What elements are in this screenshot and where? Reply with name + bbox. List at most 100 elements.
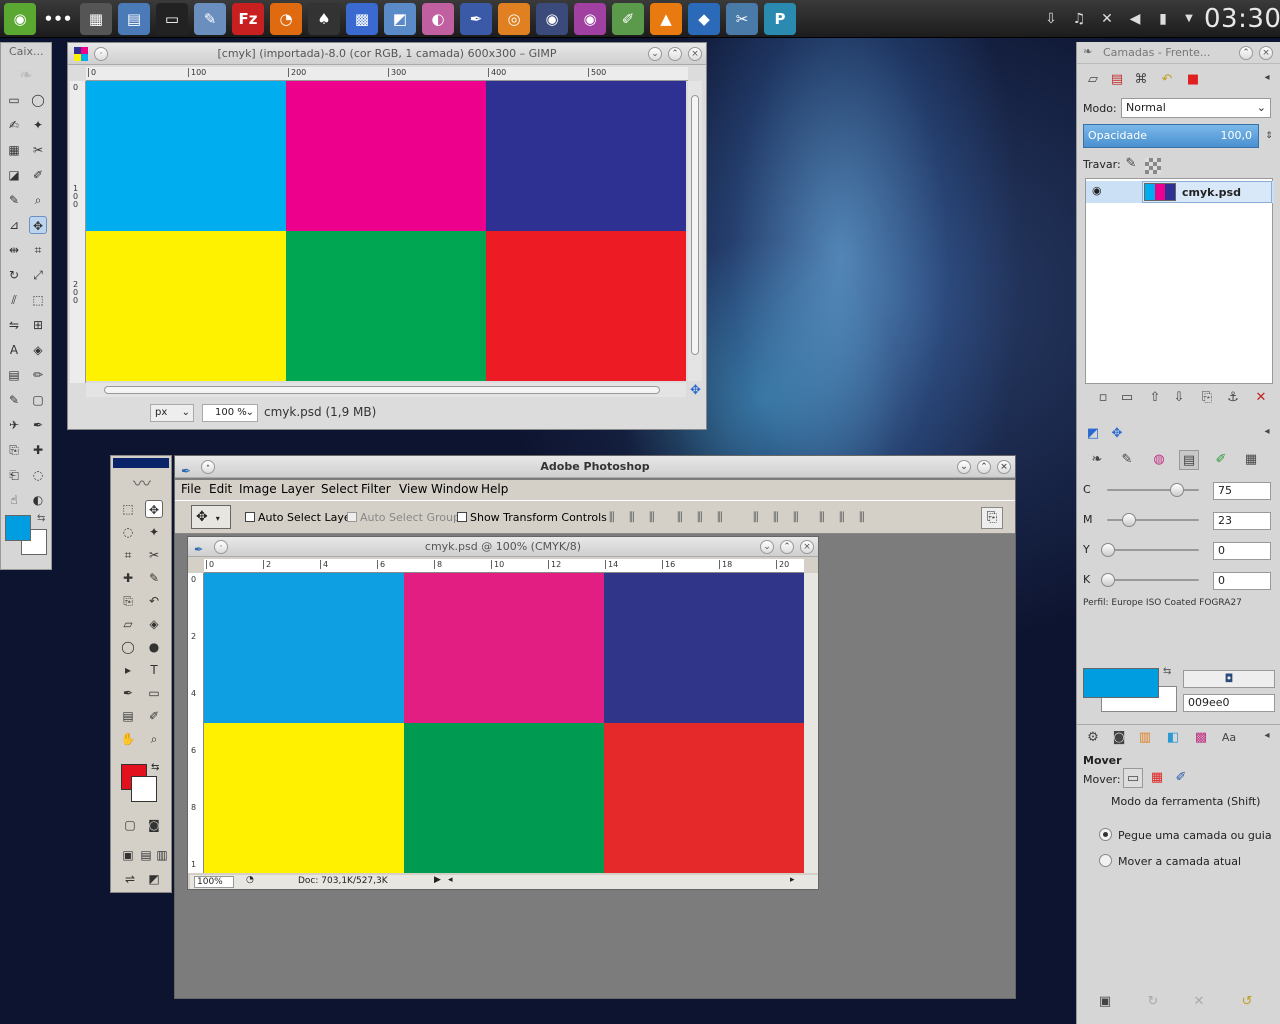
lasso-icon[interactable]: ◌ bbox=[119, 523, 137, 541]
airbrush-icon[interactable]: ✈ bbox=[5, 416, 23, 434]
opensuse-icon[interactable]: ◉ bbox=[4, 3, 36, 35]
tab-undo[interactable]: ↶ bbox=[1157, 70, 1177, 90]
menu-image[interactable]: Image bbox=[239, 480, 277, 498]
cmyk-selector-icon[interactable]: ▤ bbox=[1179, 450, 1199, 470]
align-hcenter-icon[interactable]: ⫼ bbox=[697, 510, 703, 525]
ps-zoom-field[interactable]: 100% bbox=[194, 876, 234, 888]
navigate-icon[interactable]: ✥ bbox=[690, 383, 701, 398]
crop-icon[interactable]: ⌗ bbox=[119, 546, 137, 564]
palette-well-icon[interactable]: ⎘ bbox=[981, 507, 1003, 529]
dodge-icon[interactable]: ● bbox=[145, 638, 163, 656]
tab-gradients[interactable]: ◧ bbox=[1163, 728, 1183, 748]
imageready-icon[interactable]: ⇌ bbox=[121, 870, 139, 888]
vertical-scroll-thumb[interactable] bbox=[691, 95, 699, 355]
close-button[interactable]: × bbox=[997, 460, 1011, 474]
color-picker-icon[interactable]: ✎ bbox=[5, 191, 23, 209]
play-icon[interactable]: ▶ bbox=[434, 875, 441, 885]
measure-icon[interactable]: ⊿ bbox=[5, 216, 23, 234]
smudge-icon[interactable]: ☝ bbox=[5, 491, 23, 509]
flip-icon[interactable]: ⇋ bbox=[5, 316, 23, 334]
move-selection-icon[interactable]: ▦ bbox=[1147, 768, 1167, 788]
dist-vcenter-icon[interactable]: ⫼ bbox=[773, 510, 779, 525]
delete-layer-icon[interactable]: ✕ bbox=[1251, 388, 1271, 408]
imageready-2-icon[interactable]: ◩ bbox=[145, 870, 163, 888]
paths-icon[interactable]: ✐ bbox=[29, 166, 47, 184]
channel-slider-c[interactable] bbox=[1107, 489, 1199, 491]
close-button[interactable]: × bbox=[688, 47, 702, 61]
dock-menu-icon[interactable]: ◂ bbox=[1257, 422, 1277, 442]
window-menu-button[interactable]: · bbox=[214, 540, 228, 554]
opacity-spinner[interactable]: ⇕ bbox=[1259, 126, 1279, 146]
lock-alpha-icon[interactable] bbox=[1145, 158, 1161, 174]
firefox-icon[interactable]: ◔ bbox=[270, 3, 302, 35]
maximize-button[interactable]: ⌃ bbox=[780, 540, 794, 554]
blend-icon[interactable]: ▤ bbox=[5, 366, 23, 384]
channel-value-c[interactable]: 75 bbox=[1213, 482, 1271, 500]
terminal-icon[interactable]: ▭ bbox=[156, 3, 188, 35]
move-icon[interactable]: ✥ bbox=[29, 216, 47, 234]
mode-select[interactable]: Normal ⌄ bbox=[1121, 98, 1271, 118]
image-viewer-icon[interactable]: ◩ bbox=[384, 3, 416, 35]
menu-file[interactable]: File bbox=[181, 480, 201, 498]
pen-icon[interactable]: ✐ bbox=[612, 3, 644, 35]
scroll-right-icon[interactable]: ▸ bbox=[790, 875, 795, 885]
duplicate-layer-icon[interactable]: ⎘ bbox=[1197, 388, 1217, 408]
anchor-layer-icon[interactable]: ⚓ bbox=[1223, 388, 1243, 408]
maximize-button[interactable]: ⌃ bbox=[668, 47, 682, 61]
color-picker-button[interactable]: ◘ bbox=[1183, 670, 1275, 688]
stamp-icon[interactable]: ⎘ bbox=[119, 592, 137, 610]
ps-zoom-icon[interactable]: ◔ bbox=[246, 875, 254, 885]
healing-icon[interactable]: ✚ bbox=[119, 569, 137, 587]
eyedropper-icon[interactable]: ✐ bbox=[145, 707, 163, 725]
tab-navigation[interactable]: ✥ bbox=[1107, 424, 1127, 444]
filezilla-icon[interactable]: Fz bbox=[232, 3, 264, 35]
vertical-ruler[interactable]: 0 100 200 bbox=[70, 81, 86, 383]
tab-layers[interactable]: ▱ bbox=[1083, 70, 1103, 90]
move-layer-icon[interactable]: ▭ bbox=[1123, 768, 1143, 788]
window-menu-button[interactable]: · bbox=[94, 47, 108, 61]
quickmask-mode-icon[interactable]: ◙ bbox=[145, 816, 163, 834]
maximize-button[interactable]: ⌃ bbox=[977, 460, 991, 474]
ink-icon[interactable]: ✒ bbox=[29, 416, 47, 434]
ps-canvas[interactable] bbox=[204, 573, 804, 873]
dock-menu-icon[interactable]: ◂ bbox=[1257, 726, 1277, 746]
screen-mode-3-icon[interactable]: ▥ bbox=[153, 846, 171, 864]
download-icon[interactable]: ⇩ bbox=[1042, 10, 1060, 28]
tab-patterns[interactable]: ▥ bbox=[1135, 728, 1155, 748]
camera-icon[interactable]: ◉ bbox=[536, 3, 568, 35]
opacity-slider[interactable]: Opacidade 100,0 bbox=[1083, 124, 1259, 148]
color-select-icon[interactable]: ▦ bbox=[5, 141, 23, 159]
rotate-icon[interactable]: ↻ bbox=[5, 266, 23, 284]
minimize-button[interactable]: ⌄ bbox=[760, 540, 774, 554]
horizontal-scrollbar[interactable] bbox=[86, 383, 686, 397]
swap-colors-icon[interactable]: ⇆ bbox=[37, 513, 45, 524]
window-switcher-icon[interactable]: ▦ bbox=[80, 3, 112, 35]
fuzzy-select-icon[interactable]: ✦ bbox=[29, 116, 47, 134]
dodge-icon[interactable]: ◐ bbox=[29, 491, 47, 509]
scale-selector-icon[interactable]: ✐ bbox=[1211, 450, 1231, 470]
blender-icon[interactable]: ◎ bbox=[498, 3, 530, 35]
dist-right-icon[interactable]: ⫼ bbox=[859, 510, 865, 525]
zoom-select[interactable]: 100 % ⌄ bbox=[202, 404, 258, 422]
rect-select-icon[interactable]: ▭ bbox=[5, 91, 23, 109]
perspective-clone-icon[interactable]: ⎗ bbox=[5, 466, 23, 484]
slider-knob[interactable] bbox=[1170, 483, 1184, 497]
photoshop-icon[interactable]: P bbox=[764, 3, 796, 35]
shear-icon[interactable]: ⫽ bbox=[5, 291, 23, 309]
foreground-select-icon[interactable]: ◪ bbox=[5, 166, 23, 184]
heal-icon[interactable]: ✚ bbox=[29, 441, 47, 459]
tab-devices[interactable]: ◙ bbox=[1109, 728, 1129, 748]
perspective-icon[interactable]: ⬚ bbox=[29, 291, 47, 309]
magic-wand-icon[interactable]: ✦ bbox=[145, 523, 163, 541]
layer-row[interactable]: ◉ cmyk.psd bbox=[1086, 181, 1274, 203]
lock-pixels-icon[interactable]: ✎ bbox=[1121, 154, 1141, 174]
menu-filter[interactable]: Filter bbox=[361, 480, 391, 498]
crop-icon[interactable]: ⌗ bbox=[29, 241, 47, 259]
channel-slider-k[interactable] bbox=[1107, 579, 1199, 581]
color-wheel-icon[interactable]: ◍ bbox=[1149, 450, 1169, 470]
align-bottom-icon[interactable]: ⫼ bbox=[649, 510, 655, 525]
horizontal-scroll-thumb[interactable] bbox=[104, 386, 660, 394]
slice-icon[interactable]: ✂ bbox=[145, 546, 163, 564]
window-menu-button[interactable]: · bbox=[201, 460, 215, 474]
menu-view[interactable]: View bbox=[399, 480, 427, 498]
